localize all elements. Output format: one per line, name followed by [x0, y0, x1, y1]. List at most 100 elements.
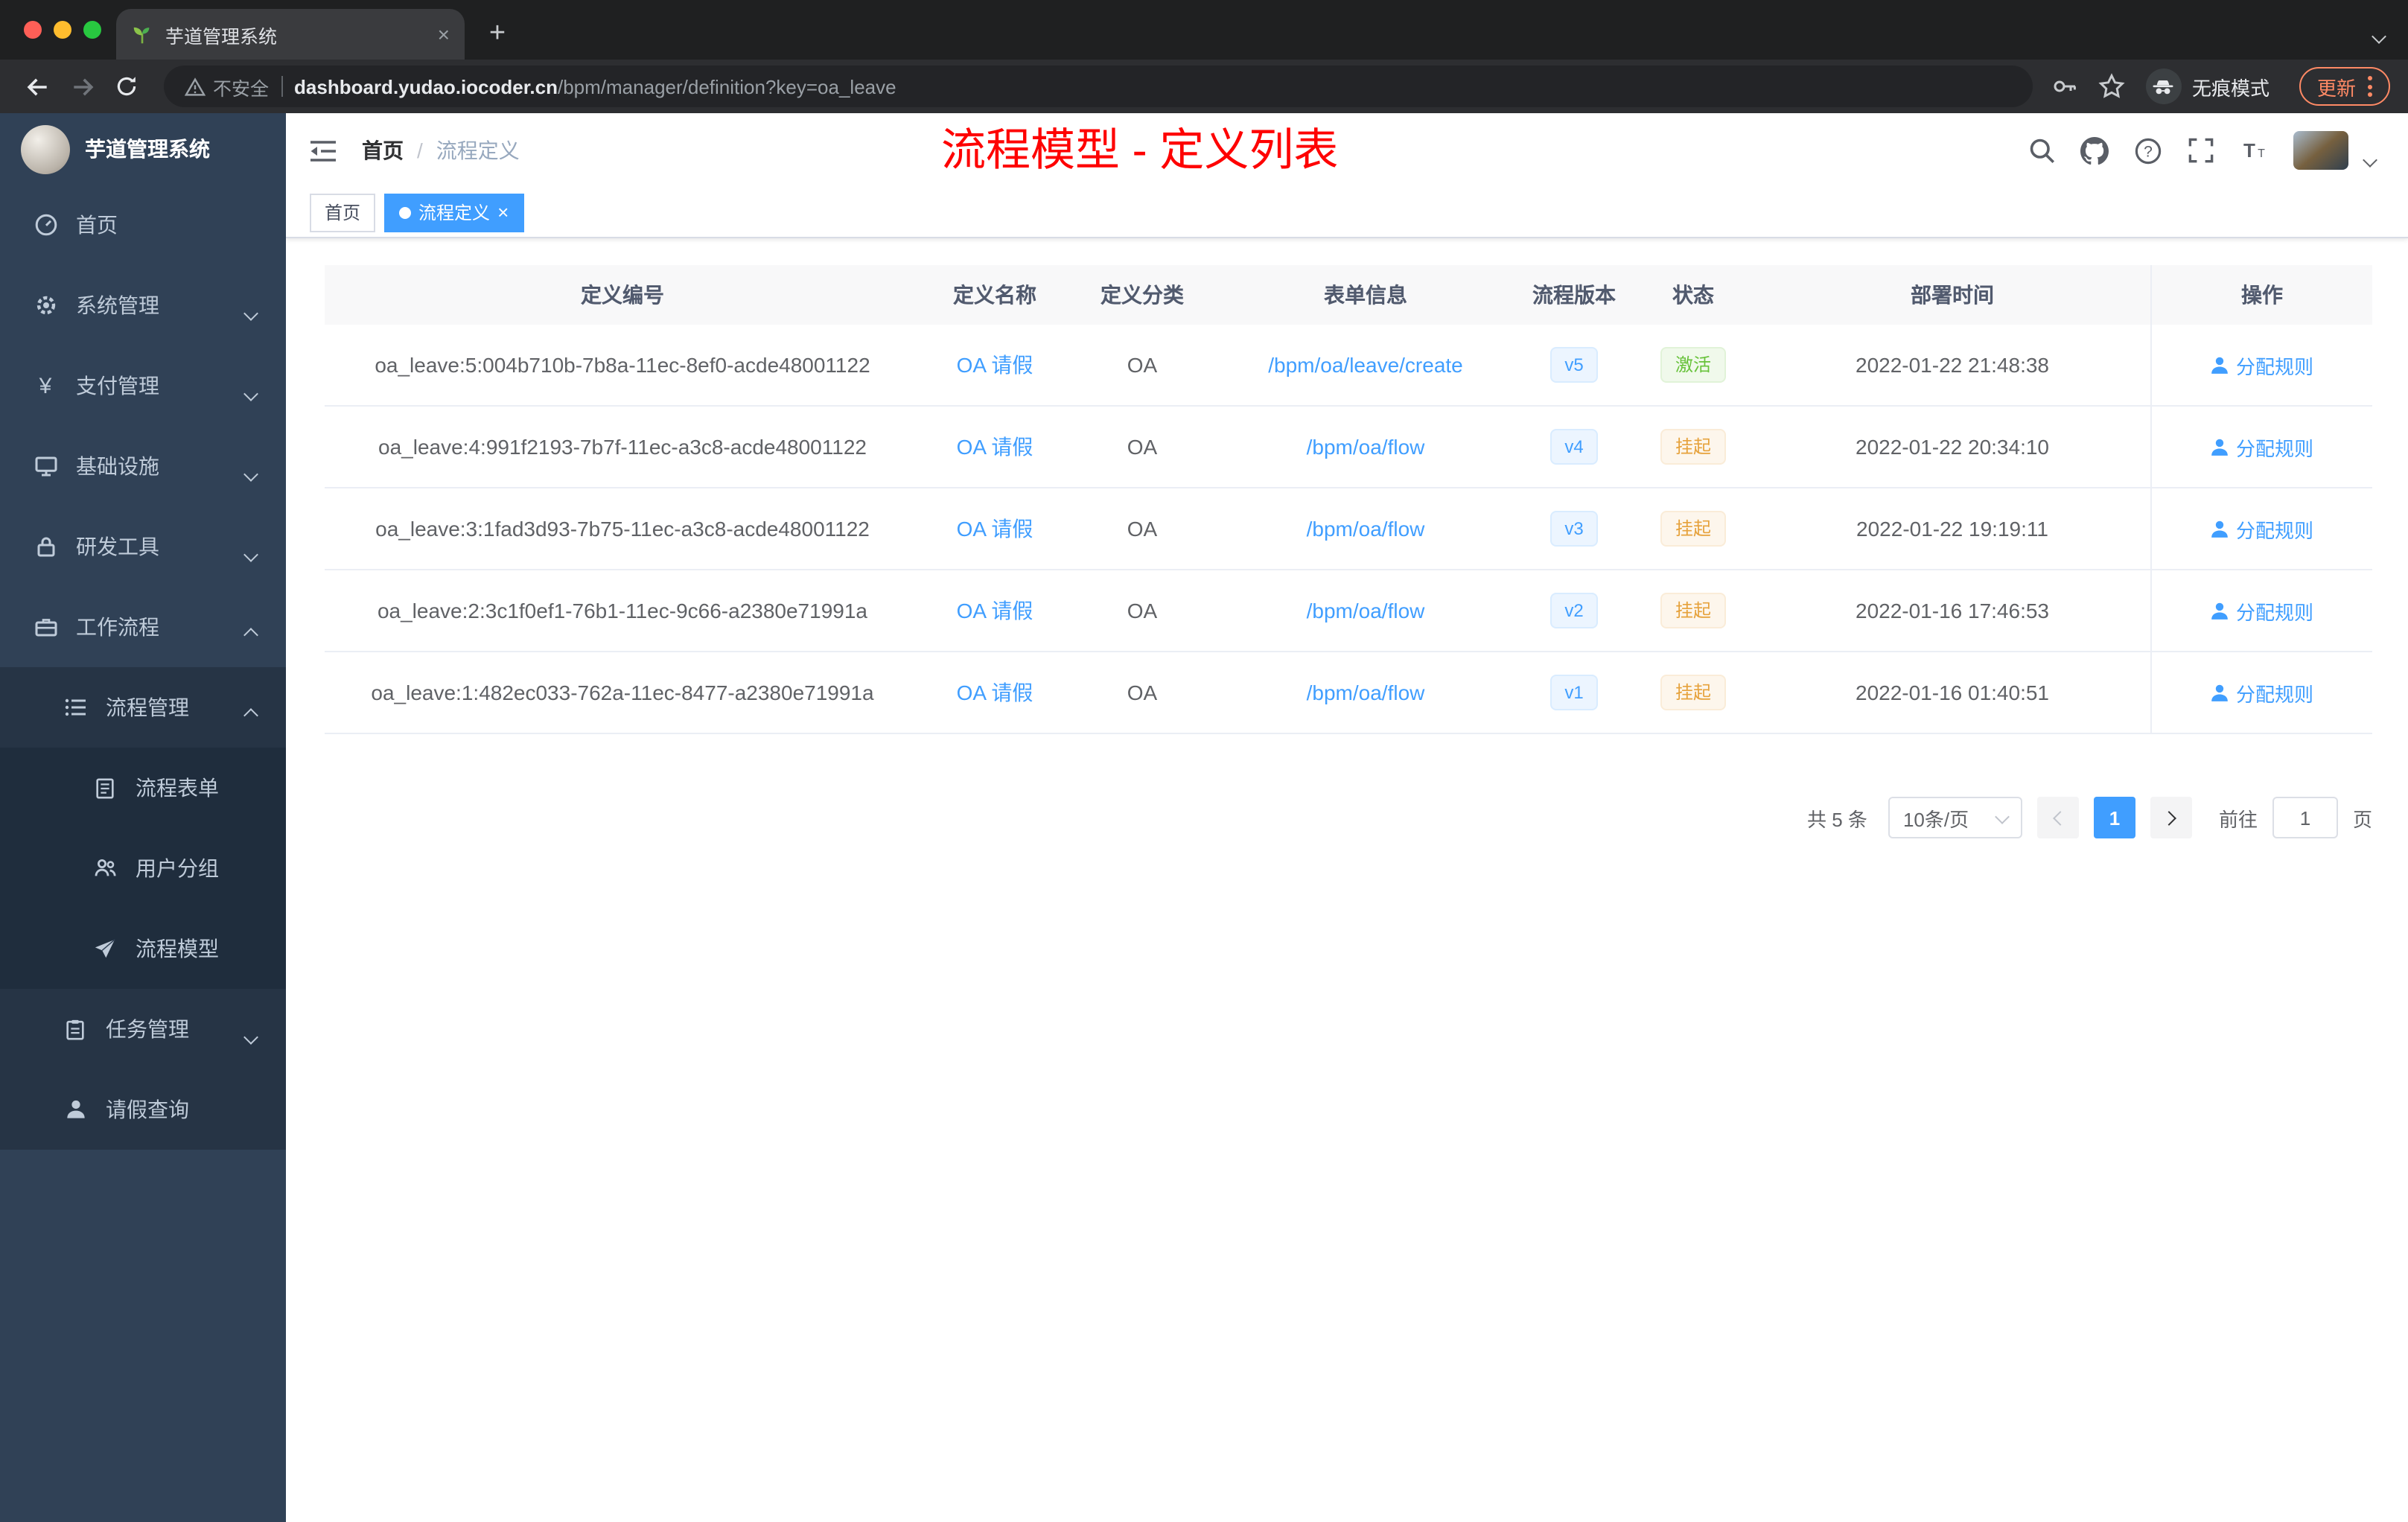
- assign-rule-button[interactable]: 分配规则: [2211, 596, 2313, 625]
- page-size-value: 10条/页: [1902, 808, 1969, 830]
- chevron-up-icon: [243, 701, 258, 725]
- definition-name-link[interactable]: OA 请假: [920, 514, 1069, 544]
- definition-name-link[interactable]: OA 请假: [920, 350, 1069, 380]
- help-icon[interactable]: ?: [2134, 136, 2162, 165]
- definition-category: OA: [1127, 517, 1158, 541]
- page-size-select[interactable]: 10条/页: [1888, 797, 2022, 838]
- sidebar-item-user-group[interactable]: 用户分组: [0, 828, 286, 908]
- form-info-link[interactable]: /bpm/oa/flow: [1215, 517, 1516, 541]
- sidebar-item-devtools[interactable]: 研发工具: [0, 506, 286, 587]
- security-warning[interactable]: 不安全: [185, 72, 269, 101]
- chevron-down-icon: [243, 1023, 258, 1047]
- sidebar-item-label: 流程表单: [136, 776, 219, 800]
- person-icon: [2212, 438, 2229, 455]
- sidebar-item-workflow[interactable]: 工作流程: [0, 587, 286, 667]
- sidebar-item-task-management[interactable]: 任务管理: [0, 989, 286, 1069]
- close-tab-icon[interactable]: ×: [438, 22, 450, 46]
- browser-tab[interactable]: 芋道管理系统 ×: [116, 9, 465, 60]
- fullscreen-icon[interactable]: [2188, 137, 2214, 164]
- breadcrumb-separator: /: [417, 138, 423, 162]
- close-window-button[interactable]: [24, 21, 42, 39]
- browser-update-button[interactable]: 更新: [2299, 67, 2390, 106]
- avatar-dropdown-caret[interactable]: [2363, 146, 2377, 173]
- reload-button[interactable]: [107, 67, 146, 106]
- assign-rule-button[interactable]: 分配规则: [2211, 515, 2313, 543]
- definition-id: oa_leave:1:482ec033-762a-11ec-8477-a2380…: [371, 681, 874, 704]
- status-badge: 挂起: [1660, 675, 1726, 710]
- briefcase-icon: [33, 615, 58, 639]
- paper-plane-icon: [92, 937, 118, 960]
- breadcrumb-home[interactable]: 首页: [362, 136, 404, 165]
- version-badge: v2: [1549, 593, 1599, 628]
- pagination-total: 共 5 条: [1807, 808, 1867, 830]
- address-bar[interactable]: 不安全 dashboard.yudao.iocoder.cn/bpm/manag…: [164, 66, 2033, 107]
- logo-avatar-image: [21, 124, 70, 173]
- document-icon: [92, 777, 118, 799]
- tag-home[interactable]: 首页: [310, 193, 376, 232]
- definition-name-link[interactable]: OA 请假: [920, 678, 1069, 707]
- new-tab-button[interactable]: +: [477, 13, 518, 55]
- column-header: 定义编号: [581, 283, 664, 307]
- sidebar-item-label: 首页: [76, 213, 118, 237]
- definition-id: oa_leave:3:1fad3d93-7b75-11ec-a3c8-acde4…: [375, 517, 870, 541]
- toolbar-icons: 无痕模式 更新: [2051, 67, 2390, 106]
- sidebar-item-process-management[interactable]: 流程管理: [0, 667, 286, 748]
- status-cell: 挂起: [1632, 429, 1754, 465]
- assign-rule-button[interactable]: 分配规则: [2211, 351, 2313, 379]
- version-badge: v3: [1549, 511, 1599, 547]
- assign-rule-button[interactable]: 分配规则: [2211, 433, 2313, 461]
- assign-rule-button[interactable]: 分配规则: [2211, 678, 2313, 707]
- search-icon[interactable]: [2028, 137, 2055, 164]
- maximize-window-button[interactable]: [83, 21, 101, 39]
- browser-toolbar: 不安全 dashboard.yudao.iocoder.cn/bpm/manag…: [0, 60, 2408, 113]
- sidebar-toggle-icon[interactable]: [308, 138, 338, 163]
- font-size-icon[interactable]: TT: [2240, 137, 2268, 164]
- version-cell: v1: [1516, 675, 1632, 710]
- definition-name-link[interactable]: OA 请假: [920, 596, 1069, 625]
- next-page-button[interactable]: [2150, 797, 2192, 838]
- chevron-down-icon: [243, 541, 258, 564]
- sidebar-item-process-model[interactable]: 流程模型: [0, 908, 286, 989]
- version-cell: v3: [1516, 511, 1632, 547]
- close-tag-icon[interactable]: ×: [497, 201, 509, 223]
- action-cell: 分配规则: [2150, 570, 2372, 651]
- goto-page-input[interactable]: [2272, 797, 2338, 838]
- tag-process-definition[interactable]: 流程定义 ×: [384, 193, 524, 232]
- browser-menu-icon[interactable]: [2368, 76, 2372, 97]
- app-logo[interactable]: 芋道管理系统: [0, 113, 286, 185]
- sidebar-item-system[interactable]: 系统管理: [0, 265, 286, 346]
- table-row: oa_leave:4:991f2193-7b7f-11ec-a3c8-acde4…: [325, 407, 2372, 488]
- definition-name-link[interactable]: OA 请假: [920, 432, 1069, 462]
- window-controls: [24, 21, 101, 39]
- tab-search-icon[interactable]: [2372, 22, 2386, 49]
- page-number-button[interactable]: 1: [2093, 797, 2135, 838]
- sidebar-item-label: 系统管理: [76, 293, 159, 317]
- forward-button[interactable]: [63, 67, 101, 106]
- minimize-window-button[interactable]: [54, 21, 71, 39]
- back-button[interactable]: [18, 67, 57, 106]
- bookmark-star-icon[interactable]: [2098, 73, 2125, 100]
- form-info-link[interactable]: /bpm/oa/flow: [1215, 435, 1516, 459]
- browser-tab-strip: 芋道管理系统 × +: [0, 0, 2408, 60]
- app-title: 芋道管理系统: [85, 137, 210, 161]
- sidebar-item-payment[interactable]: ¥ 支付管理: [0, 346, 286, 426]
- lock-icon: [33, 535, 58, 558]
- sidebar-item-process-form[interactable]: 流程表单: [0, 748, 286, 828]
- user-avatar[interactable]: [2293, 131, 2348, 170]
- form-info-link[interactable]: /bpm/oa/flow: [1215, 599, 1516, 623]
- users-icon: [92, 856, 118, 880]
- deploy-time: 2022-01-22 20:34:10: [1856, 435, 2049, 459]
- github-icon[interactable]: [2080, 136, 2109, 165]
- tag-label: 首页: [325, 203, 361, 223]
- sidebar-item-leave-query[interactable]: 请假查询: [0, 1069, 286, 1150]
- clipboard-icon: [63, 1018, 88, 1040]
- sidebar-item-home[interactable]: 首页: [0, 185, 286, 265]
- prev-page-button[interactable]: [2036, 797, 2079, 838]
- sidebar-item-infrastructure[interactable]: 基础设施: [0, 426, 286, 506]
- password-key-icon[interactable]: [2051, 73, 2077, 100]
- form-info-link[interactable]: /bpm/oa/leave/create: [1215, 353, 1516, 377]
- action-cell: 分配规则: [2150, 325, 2372, 405]
- form-info-link[interactable]: /bpm/oa/flow: [1215, 681, 1516, 704]
- annotation-text: 流程模型 - 定义列表: [941, 127, 1339, 176]
- svg-text:T: T: [2243, 139, 2255, 162]
